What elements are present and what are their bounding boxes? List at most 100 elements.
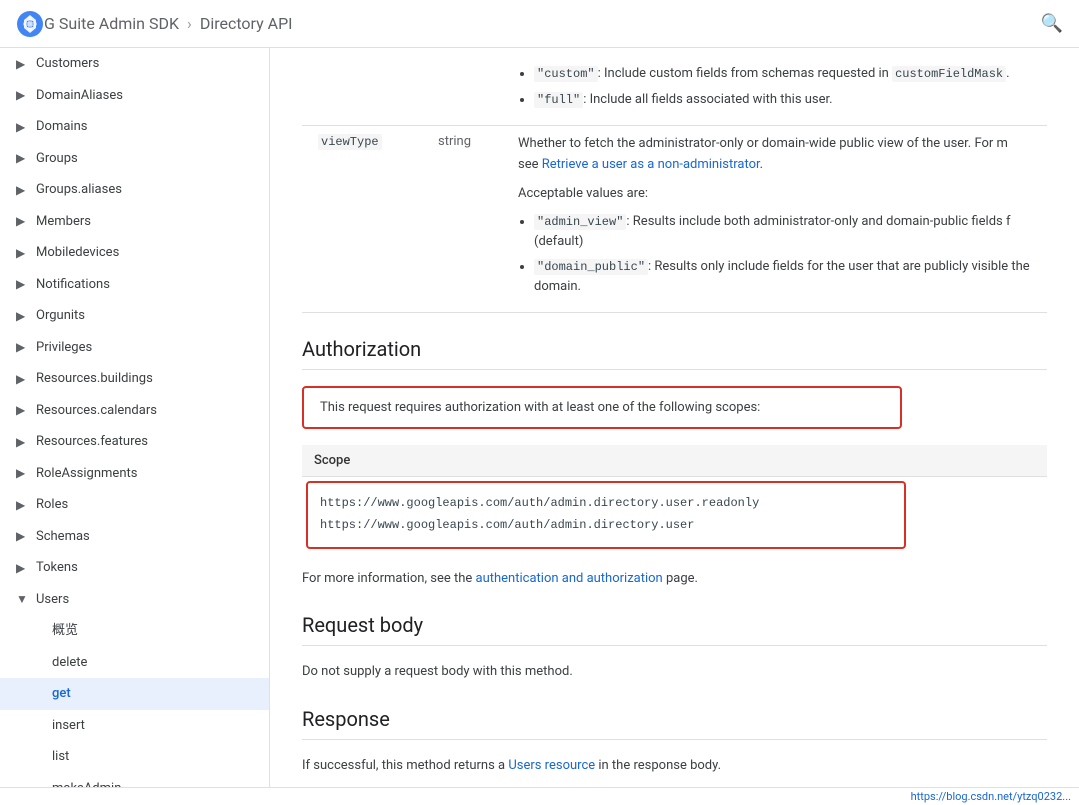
sidebar-item-members[interactable]: ▶Members	[0, 206, 269, 238]
sidebar-item-users-get[interactable]: get	[0, 678, 269, 710]
content-area: "custom": Include custom fields from sch…	[270, 48, 1079, 787]
breadcrumb-separator: ›	[187, 14, 192, 33]
sidebar-item-label: makeAdmin	[52, 779, 121, 788]
scope-cell: https://www.googleapis.com/auth/admin.di…	[302, 477, 1047, 553]
sidebar-item-users-insert[interactable]: insert	[0, 710, 269, 742]
search-icon[interactable]: 🔍	[1041, 13, 1063, 34]
chevron-icon: ▶	[16, 275, 32, 293]
retrieve-user-link[interactable]: Retrieve a user as a non-administrator	[542, 157, 760, 172]
chevron-icon: ▶	[16, 559, 32, 577]
sidebar-item-roles[interactable]: ▶Roles	[0, 489, 269, 521]
chevron-icon: ▶	[16, 118, 32, 136]
request-body-heading: Request body	[302, 613, 1047, 646]
code-domain-public: "domain_public"	[534, 259, 648, 275]
sidebar-item-users[interactable]: ▼Users	[0, 584, 269, 616]
authorization-heading: Authorization	[302, 337, 1047, 370]
response-suffix: in the response body.	[595, 758, 721, 773]
scope-url-2: https://www.googleapis.com/auth/admin.di…	[320, 515, 892, 537]
sidebar: ▶Customers▶DomainAliases▶Domains▶Groups▶…	[0, 48, 270, 787]
breadcrumb: G Suite Admin SDK › Directory API	[44, 14, 293, 33]
sidebar-item-privileges[interactable]: ▶Privileges	[0, 332, 269, 364]
product-name: G Suite Admin SDK	[44, 14, 179, 33]
param-type-empty	[422, 48, 502, 126]
param-desc-viewtype: Whether to fetch the administrator-only …	[502, 126, 1047, 313]
chevron-icon: ▶	[16, 464, 32, 482]
sidebar-item-label: RoleAssignments	[36, 464, 137, 484]
more-info-text: For more information, see the authentica…	[302, 569, 1047, 590]
sidebar-item-label: Resources.features	[36, 432, 148, 452]
chevron-icon: ▶	[16, 55, 32, 73]
sidebar-item-resources-calendars[interactable]: ▶Resources.calendars	[0, 395, 269, 427]
sidebar-item-label: insert	[52, 716, 85, 736]
sidebar-item-roleassignments[interactable]: ▶RoleAssignments	[0, 458, 269, 490]
auth-link[interactable]: authentication and authorization	[476, 571, 663, 586]
chevron-icon: ▶	[16, 86, 32, 104]
auth-required-box: This request requires authorization with…	[302, 386, 902, 429]
sidebar-item-label: Customers	[36, 54, 99, 74]
sidebar-item-label: Domains	[36, 117, 87, 137]
sidebar-item-domainaliases[interactable]: ▶DomainAliases	[0, 80, 269, 112]
sidebar-item-customers[interactable]: ▶Customers	[0, 48, 269, 80]
sidebar-item-users-makeadmin[interactable]: makeAdmin	[0, 773, 269, 788]
sidebar-item-resources-buildings[interactable]: ▶Resources.buildings	[0, 363, 269, 395]
auth-box-text: This request requires authorization with…	[320, 400, 760, 415]
scope-header: Scope	[302, 445, 1047, 477]
sidebar-item-label: delete	[52, 653, 87, 673]
param-name-viewtype: viewType	[302, 126, 422, 313]
sidebar-item-label: Groups.aliases	[36, 180, 122, 200]
gsuite-logo	[16, 10, 44, 38]
sidebar-item-label: DomainAliases	[36, 86, 123, 106]
param-desc-bullets: "custom": Include custom fields from sch…	[502, 48, 1047, 126]
chevron-icon: ▶	[16, 401, 32, 419]
sidebar-item-label: Notifications	[36, 275, 110, 295]
response-text: If successful, this method returns a Use…	[302, 756, 1047, 777]
sidebar-item-orgunits[interactable]: ▶Orgunits	[0, 300, 269, 332]
sidebar-item-domains[interactable]: ▶Domains	[0, 111, 269, 143]
chevron-icon: ▶	[16, 307, 32, 325]
code-admin-view: "admin_view"	[534, 214, 626, 230]
scope-urls-box: https://www.googleapis.com/auth/admin.di…	[306, 481, 906, 548]
sidebar-item-resources-features[interactable]: ▶Resources.features	[0, 426, 269, 458]
sidebar-item-label: Mobiledevices	[36, 243, 119, 263]
chevron-icon: ▶	[16, 338, 32, 356]
response-heading: Response	[302, 707, 1047, 740]
sidebar-item-label: Members	[36, 212, 91, 232]
table-row-viewtype: viewType string Whether to fetch the adm…	[302, 126, 1047, 313]
code-customfieldmask: customFieldMask	[892, 66, 1006, 82]
users-resource-link[interactable]: Users resource	[508, 758, 595, 773]
scope-url-1: https://www.googleapis.com/auth/admin.di…	[320, 493, 892, 515]
code-custom: "custom"	[534, 66, 598, 82]
sidebar-item-groupsaliases[interactable]: ▶Groups.aliases	[0, 174, 269, 206]
sidebar-item-mobiledevices[interactable]: ▶Mobiledevices	[0, 237, 269, 269]
sidebar-item-label: get	[52, 684, 71, 704]
table-row: https://www.googleapis.com/auth/admin.di…	[302, 477, 1047, 553]
sidebar-item-label: Resources.calendars	[36, 401, 157, 421]
more-info-prefix: For more information, see the	[302, 571, 476, 586]
api-name: Directory API	[200, 14, 293, 33]
chevron-icon: ▶	[16, 181, 32, 199]
sidebar-item-tokens[interactable]: ▶Tokens	[0, 552, 269, 584]
response-prefix: If successful, this method returns a	[302, 758, 508, 773]
chevron-icon: ▶	[16, 212, 32, 230]
sidebar-item-label: Schemas	[36, 527, 90, 547]
sidebar-item-groups[interactable]: ▶Groups	[0, 143, 269, 175]
sidebar-item-notifications[interactable]: ▶Notifications	[0, 269, 269, 301]
status-url: https://blog.csdn.net/ytzq0232...	[911, 790, 1071, 803]
sidebar-item-users-list[interactable]: list	[0, 741, 269, 773]
sidebar-item-users-delete[interactable]: delete	[0, 647, 269, 679]
sidebar-item-label: Resources.buildings	[36, 369, 153, 389]
more-info-suffix: page.	[663, 571, 698, 586]
sidebar-item-users-overview[interactable]: 概览	[0, 615, 269, 647]
chevron-icon: ▶	[16, 433, 32, 451]
sidebar-item-label: Groups	[36, 149, 78, 169]
sidebar-item-label: list	[52, 747, 69, 767]
request-body-text: Do not supply a request body with this m…	[302, 662, 1047, 683]
params-table: "custom": Include custom fields from sch…	[302, 48, 1047, 313]
param-type-string: string	[422, 126, 502, 313]
sidebar-item-schemas[interactable]: ▶Schemas	[0, 521, 269, 553]
chevron-icon: ▶	[16, 527, 32, 545]
top-bar: G Suite Admin SDK › Directory API 🔍	[0, 0, 1079, 48]
sidebar-item-label: Users	[36, 590, 69, 610]
status-bar: https://blog.csdn.net/ytzq0232...	[0, 787, 1079, 805]
table-row: "custom": Include custom fields from sch…	[302, 48, 1047, 126]
